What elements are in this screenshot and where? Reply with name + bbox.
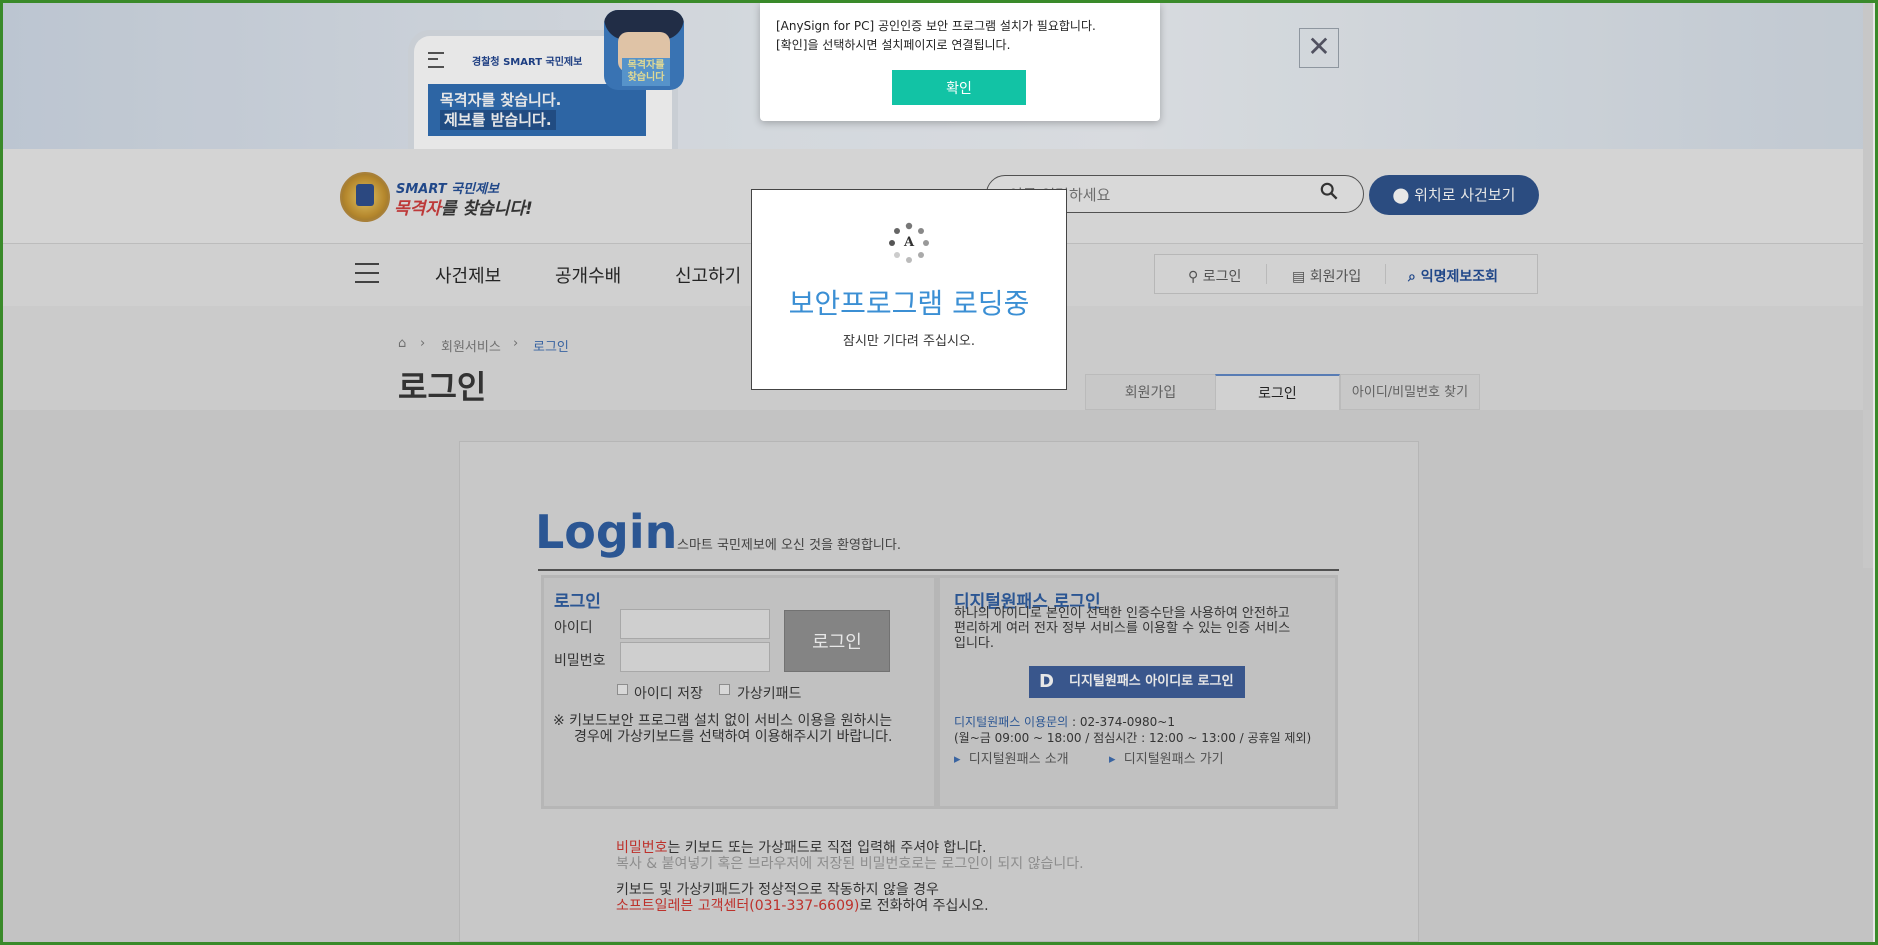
spinner-letter: A bbox=[903, 235, 915, 250]
anysign-alert-dialog: [AnySign for PC] 공인인증 보안 프로그램 설치가 필요합니다.… bbox=[760, 3, 1160, 121]
alert-ok-button[interactable]: 확인 bbox=[892, 70, 1026, 105]
loading-title: 보안프로그램 로딩중 bbox=[788, 287, 1030, 320]
modal-overlay bbox=[0, 0, 1878, 945]
loading-subtitle: 잠시만 기다려 주십시오. bbox=[843, 334, 975, 349]
alert-line1: [AnySign for PC] 공인인증 보안 프로그램 설치가 필요합니다. bbox=[776, 19, 1096, 33]
alert-line2: [확인]을 선택하시면 설치페이지로 연결됩니다. bbox=[776, 38, 1011, 52]
scrollbar[interactable] bbox=[1863, 3, 1873, 568]
